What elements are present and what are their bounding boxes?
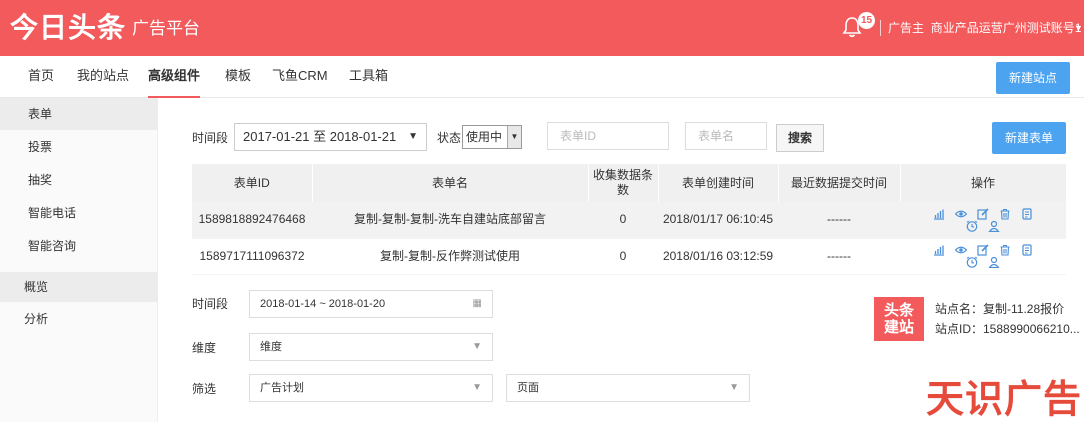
table-row: 1589818892476468 复制-复制-复制-洗车自建站底部留言 0 20… — [192, 202, 1066, 239]
cell-created-time: 2018/01/17 06:10:45 — [658, 202, 778, 239]
analysis-period-value: 2018-01-14 ~ 2018-01-20 — [260, 298, 386, 310]
col-header-form-id: 表单ID — [192, 164, 313, 202]
sidebar-item-lottery[interactable]: 抽奖 — [0, 164, 158, 196]
sidebar-item-form[interactable]: 表单 — [0, 98, 158, 130]
cell-form-id: 1589818892476468 — [192, 202, 312, 239]
cell-data-count: 0 — [588, 202, 658, 239]
account-name: 商业产品运营广州测试账号1 — [930, 21, 1082, 35]
nav-toolbox[interactable]: 工具箱 — [349, 56, 388, 98]
site-id: 站点ID：1588990066210... — [935, 322, 1080, 336]
analysis-period-picker[interactable]: 2018-01-14 ~ 2018-01-20 ▦ — [249, 290, 493, 318]
filter-page-value: 页面 — [517, 382, 539, 394]
form-name-input[interactable] — [685, 122, 767, 150]
account-role: 广告主 — [888, 21, 925, 35]
sidebar-group-overview[interactable]: 概览 — [0, 272, 158, 302]
action-icons — [918, 244, 1048, 268]
sidebar-item-smart-consult[interactable]: 智能咨询 — [0, 230, 158, 262]
nav-templates[interactable]: 模板 — [225, 56, 251, 98]
eye-icon[interactable] — [955, 208, 967, 220]
filter-icon: ▼ — [729, 382, 739, 393]
filter-plan-value: 广告计划 — [260, 382, 304, 394]
status-label: 状态 — [437, 131, 462, 145]
col-header-data-count: 收集数据条数 — [588, 164, 659, 202]
dimension-select[interactable]: 维度 ▼ — [249, 333, 493, 361]
col-header-last-submit: 最近数据提交时间 — [778, 164, 901, 202]
chevron-down-icon: ▼ — [507, 126, 521, 148]
account-menu[interactable]: 广告主 商业产品运营广州测试账号1 — [888, 20, 1081, 36]
period-label: 时间段 — [192, 131, 229, 145]
analysis-period-label: 时间段 — [192, 297, 229, 311]
site-logo-text: 头条 建站 — [883, 302, 914, 336]
clock-icon[interactable] — [966, 220, 978, 232]
status-value: 使用中 — [466, 130, 503, 144]
trash-icon[interactable] — [999, 244, 1011, 256]
sidebar-group-analysis[interactable]: 分析 — [0, 304, 158, 334]
nav-my-sites[interactable]: 我的站点 — [77, 56, 129, 98]
nav-feiyu-crm[interactable]: 飞鱼CRM — [272, 56, 328, 98]
forms-table: 表单ID 表单名 收集数据条数 表单创建时间 最近数据提交时间 操作 15898… — [192, 164, 1067, 275]
sidebar-item-vote[interactable]: 投票 — [0, 131, 158, 163]
eye-icon[interactable] — [955, 244, 967, 256]
notification-badge[interactable]: 15 — [858, 12, 875, 29]
col-header-actions: 操作 — [900, 164, 1067, 202]
form-id-input[interactable] — [547, 122, 669, 150]
watermark: 天识广告 — [926, 379, 1083, 421]
dimension-label: 维度 — [192, 341, 217, 355]
user-icon[interactable] — [988, 256, 1000, 268]
new-site-button[interactable]: 新建站点 — [996, 62, 1070, 94]
cell-form-name[interactable]: 复制-复制-复制-洗车自建站底部留言 — [312, 202, 588, 239]
nav-advanced-components[interactable]: 高级组件 — [148, 56, 201, 98]
clock-icon[interactable] — [966, 256, 978, 268]
top-header: 今日头条 广告平台 15 广告主 商业产品运营广州测试账号1 ▼ — [0, 0, 1084, 56]
copy-icon[interactable] — [1021, 244, 1033, 256]
copy-icon[interactable] — [1021, 208, 1033, 220]
filter-icon: ▼ — [472, 341, 482, 352]
cell-data-count: 0 — [588, 238, 658, 275]
cell-actions — [900, 202, 1066, 239]
cell-form-id: 1589717111096372 — [192, 238, 312, 275]
cell-form-name[interactable]: 复制-复制-反作弊测试使用 — [312, 238, 588, 275]
nav-home[interactable]: 首页 — [28, 56, 54, 98]
table-row: 1589717111096372 复制-复制-反作弊测试使用 0 2018/01… — [192, 238, 1066, 275]
status-select[interactable]: 使用中 ▼ — [462, 125, 522, 149]
chart-icon[interactable] — [933, 208, 945, 220]
sidebar: 表单 投票 抽奖 智能电话 智能咨询 概览 分析 — [0, 98, 158, 422]
new-form-button[interactable]: 新建表单 — [992, 122, 1066, 154]
main-nav: 首页 我的站点 高级组件 模板 飞鱼CRM 工具箱 新建站点 — [0, 56, 1084, 98]
cell-last-submit: ------ — [778, 238, 900, 275]
filter-page-select[interactable]: 页面 ▼ — [506, 374, 750, 402]
col-header-created-time: 表单创建时间 — [658, 164, 779, 202]
chart-icon[interactable] — [933, 244, 945, 256]
edit-icon[interactable] — [977, 208, 989, 220]
site-logo: 头条 建站 — [874, 297, 924, 341]
calendar-icon: ▦ — [472, 298, 482, 309]
filter-plan-select[interactable]: 广告计划 ▼ — [249, 374, 493, 402]
filter-label: 筛选 — [192, 382, 217, 396]
trash-icon[interactable] — [999, 208, 1011, 220]
col-header-form-name: 表单名 — [312, 164, 589, 202]
brand-subtitle: 广告平台 — [132, 19, 200, 38]
dimension-value: 维度 — [260, 341, 282, 353]
user-icon[interactable] — [988, 220, 1000, 232]
chevron-down-icon[interactable]: ▼ — [1074, 22, 1083, 34]
period-value: 2017-01-21 至 2018-01-21 — [243, 129, 397, 144]
edit-icon[interactable] — [977, 244, 989, 256]
cell-last-submit: ------ — [778, 202, 900, 239]
filter-icon: ▼ — [472, 382, 482, 393]
header-divider — [880, 20, 881, 36]
sidebar-item-smart-phone[interactable]: 智能电话 — [0, 197, 158, 229]
cell-actions — [900, 238, 1066, 275]
search-button[interactable]: 搜索 — [776, 124, 824, 152]
action-icons — [918, 208, 1048, 232]
cell-created-time: 2018/01/16 03:12:59 — [658, 238, 778, 275]
site-name: 站点名：复制-11.28报价 — [935, 302, 1065, 316]
brand-logo[interactable]: 今日头条 — [10, 11, 126, 45]
period-select[interactable]: 2017-01-21 至 2018-01-21 ▼ — [234, 123, 427, 151]
chevron-down-icon: ▼ — [408, 131, 418, 142]
